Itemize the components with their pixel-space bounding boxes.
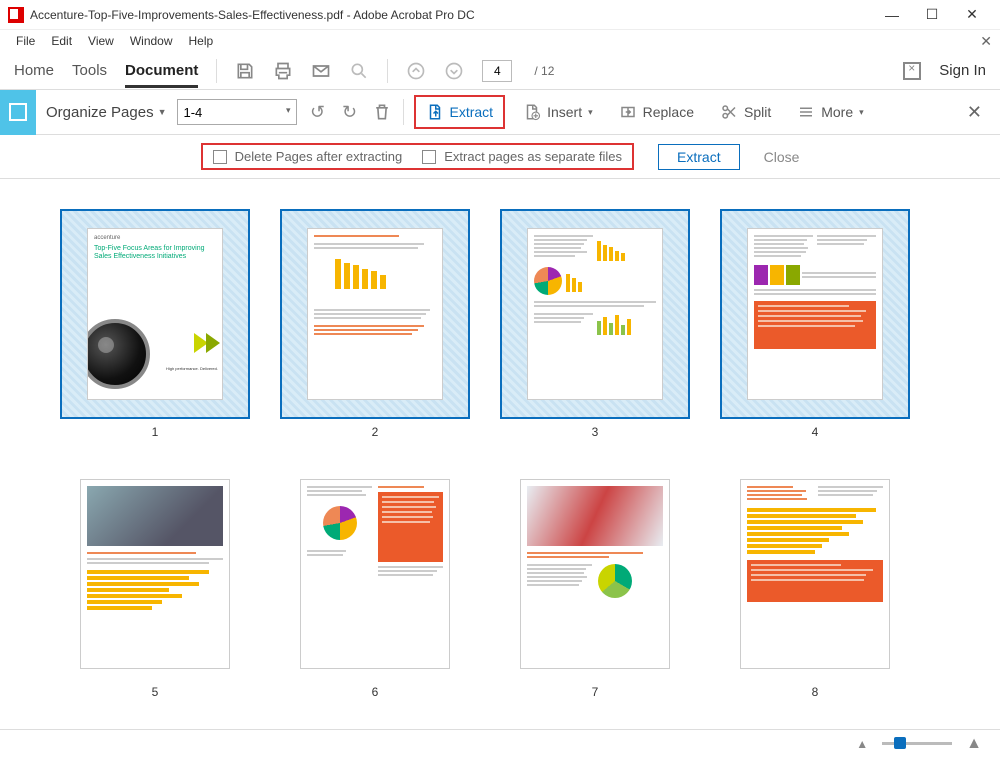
save-icon[interactable]: [235, 61, 255, 81]
extract-options-highlight: Delete Pages after extracting Extract pa…: [201, 143, 634, 170]
more-button[interactable]: More ▾: [789, 99, 871, 125]
replace-button[interactable]: Replace: [611, 99, 702, 125]
menu-window[interactable]: Window: [122, 32, 181, 50]
separate-files-checkbox[interactable]: Extract pages as separate files: [422, 149, 622, 164]
extract-options-bar: Delete Pages after extracting Extract pa…: [0, 135, 1000, 179]
insert-button[interactable]: Insert ▾: [515, 99, 601, 125]
separator: [387, 59, 388, 83]
menu-help[interactable]: Help: [181, 32, 222, 50]
tab-document[interactable]: Document: [125, 62, 198, 88]
separator: [403, 99, 404, 125]
page-number: 1: [152, 425, 159, 439]
page-total: / 12: [534, 64, 554, 78]
delete-icon[interactable]: [371, 101, 393, 123]
next-page-icon[interactable]: [444, 61, 464, 81]
tagline: High performance. Delivered.: [166, 366, 218, 371]
zoom-in-icon[interactable]: ▲: [966, 735, 982, 753]
search-icon[interactable]: [349, 61, 369, 81]
page-number: 3: [592, 425, 599, 439]
caret-down-icon[interactable]: ▾: [286, 105, 291, 116]
menu-file[interactable]: File: [8, 32, 43, 50]
close-panel-icon[interactable]: ✕: [957, 102, 992, 123]
window-title: Accenture-Top-Five-Improvements-Sales-Ef…: [30, 8, 872, 22]
page-number: 5: [152, 685, 159, 699]
status-bar: ▲ ▲: [0, 729, 1000, 757]
pdf-app-icon: [8, 7, 24, 23]
page-thumbnail[interactable]: 5: [60, 469, 250, 699]
menu-edit[interactable]: Edit: [43, 32, 80, 50]
delete-after-checkbox[interactable]: Delete Pages after extracting: [213, 149, 403, 164]
minimize-button[interactable]: —: [872, 0, 912, 30]
caret-down-icon: ▾: [859, 107, 864, 118]
caret-down-icon: ▼: [158, 107, 167, 117]
page-brand: accenture: [94, 235, 216, 241]
top-toolbar: Home Tools Document / 12 Sign In: [0, 52, 1000, 90]
page-number: 8: [812, 685, 819, 699]
zoom-thumb[interactable]: [894, 737, 906, 749]
page-thumbnail[interactable]: 6: [280, 469, 470, 699]
checkbox-icon: [422, 150, 436, 164]
page-thumbnail[interactable]: 7: [500, 469, 690, 699]
split-label: Split: [744, 104, 771, 120]
menu-view[interactable]: View: [80, 32, 122, 50]
page-thumbnail[interactable]: 3: [500, 209, 690, 439]
mail-icon[interactable]: [311, 61, 331, 81]
menu-bar: File Edit View Window Help ✕: [0, 30, 1000, 52]
sticky-note-icon[interactable]: [903, 62, 921, 80]
page-number: 7: [592, 685, 599, 699]
organize-pages-tab-icon[interactable]: [0, 90, 36, 135]
rotate-left-icon[interactable]: ↺: [307, 101, 329, 123]
page-thumbnail[interactable]: accenture Top-Five Focus Areas for Impro…: [60, 209, 250, 439]
caret-down-icon: ▾: [588, 107, 593, 118]
close-window-button[interactable]: ✕: [952, 0, 992, 30]
prev-page-icon[interactable]: [406, 61, 426, 81]
insert-label: Insert: [547, 104, 582, 120]
page-number: 4: [812, 425, 819, 439]
zoom-slider[interactable]: [882, 742, 952, 745]
chevron-graphic: [206, 333, 220, 353]
page-thumbnail[interactable]: 2: [280, 209, 470, 439]
separator: [216, 59, 217, 83]
replace-label: Replace: [643, 104, 694, 120]
more-label: More: [821, 104, 853, 120]
page-thumbnail[interactable]: 4: [720, 209, 910, 439]
page-title-text: Top-Five Focus Areas for Improving Sales…: [94, 245, 216, 262]
organize-pages-toolbar: Organize Pages▼ ▾ ↺ ↻ Extract Insert ▾ Re…: [0, 90, 1000, 135]
tab-home[interactable]: Home: [14, 62, 54, 79]
zoom-out-icon[interactable]: ▲: [856, 737, 868, 751]
page-number: 6: [372, 685, 379, 699]
lens-graphic: [87, 319, 150, 389]
rotate-right-icon[interactable]: ↻: [339, 101, 361, 123]
tab-tools[interactable]: Tools: [72, 62, 107, 79]
thumbnail-grid: accenture Top-Five Focus Areas for Impro…: [0, 179, 1000, 724]
page-number-input[interactable]: [482, 60, 512, 82]
page-range-input[interactable]: [177, 99, 297, 125]
extract-label: Extract: [450, 104, 494, 120]
extract-button[interactable]: Extract: [414, 95, 506, 129]
checkbox-icon: [213, 150, 227, 164]
print-icon[interactable]: [273, 61, 293, 81]
maximize-button[interactable]: ☐: [912, 0, 952, 30]
window-titlebar: Accenture-Top-Five-Improvements-Sales-Ef…: [0, 0, 1000, 30]
page-number: 2: [372, 425, 379, 439]
split-button[interactable]: Split: [712, 99, 779, 125]
sign-in-link[interactable]: Sign In: [939, 62, 986, 79]
close-link[interactable]: Close: [764, 149, 800, 165]
extract-confirm-button[interactable]: Extract: [658, 144, 740, 170]
page-thumbnail[interactable]: 8: [720, 469, 910, 699]
close-document-icon[interactable]: ✕: [980, 33, 992, 50]
organize-pages-dropdown[interactable]: Organize Pages▼: [46, 104, 167, 121]
